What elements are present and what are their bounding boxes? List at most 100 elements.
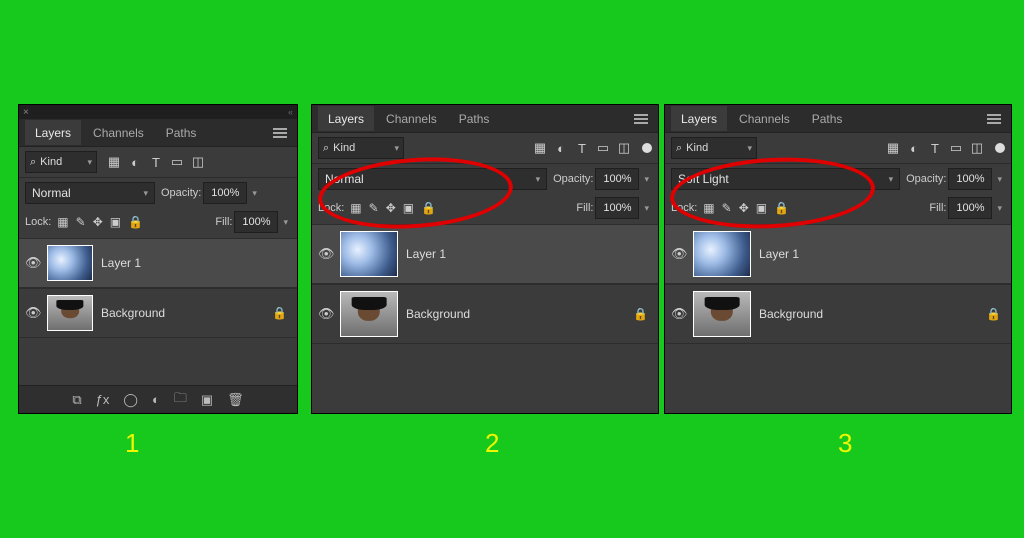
visibility-eye-icon[interactable]: 👁	[25, 255, 39, 271]
filter-smart-icon[interactable]: ◫	[617, 140, 631, 156]
lock-artboard-icon[interactable]: ▣	[756, 201, 767, 215]
chevron-down-icon[interactable]: ▾	[280, 217, 291, 228]
filter-type-icon[interactable]: T	[149, 155, 163, 170]
close-icon[interactable]: ×	[23, 107, 29, 118]
filter-kind-dropdown[interactable]: ⌕ Kind ▾	[318, 137, 404, 159]
filter-kind-label: Kind	[686, 142, 708, 154]
group-icon[interactable]: 🗀	[174, 389, 187, 411]
filter-pixel-icon[interactable]: ▦	[107, 154, 121, 170]
fx-icon[interactable]: ƒx	[96, 392, 110, 407]
fill-group: Fill: 100% ▾	[215, 211, 291, 233]
new-layer-icon[interactable]: ▣	[201, 392, 213, 408]
tab-layers[interactable]: Layers	[318, 106, 374, 131]
fill-value[interactable]: 100%	[595, 197, 639, 219]
lock-move-icon[interactable]: ✥	[93, 215, 103, 229]
layer-thumbnail[interactable]	[47, 245, 93, 281]
opacity-value[interactable]: 100%	[948, 168, 992, 190]
filter-kind-dropdown[interactable]: ⌕ Kind ▾	[25, 151, 97, 173]
blend-mode-dropdown[interactable]: Soft Light ▾	[671, 168, 900, 190]
lock-brush-icon[interactable]: ✎	[76, 215, 86, 229]
filter-adjust-icon[interactable]: ◐	[554, 141, 568, 156]
chevron-down-icon[interactable]: ▾	[994, 203, 1005, 214]
filter-toggle-icon[interactable]	[995, 143, 1005, 153]
visibility-eye-icon[interactable]: 👁	[671, 246, 685, 262]
filter-adjust-icon[interactable]: ◐	[907, 141, 921, 156]
filter-shape-icon[interactable]: ▭	[596, 140, 610, 156]
tab-channels[interactable]: Channels	[729, 106, 800, 131]
blend-mode-dropdown[interactable]: Normal ▾	[318, 168, 547, 190]
layer-name[interactable]: Background	[101, 306, 264, 320]
filter-type-icon[interactable]: T	[575, 141, 589, 156]
opacity-value[interactable]: 100%	[595, 168, 639, 190]
tab-layers[interactable]: Layers	[671, 106, 727, 131]
filter-type-icon[interactable]: T	[928, 141, 942, 156]
filter-shape-icon[interactable]: ▭	[170, 154, 184, 170]
layer-name[interactable]: Background	[759, 307, 978, 321]
filter-pixel-icon[interactable]: ▦	[886, 140, 900, 156]
tab-paths[interactable]: Paths	[802, 106, 853, 131]
layer-name[interactable]: Layer 1	[406, 247, 652, 261]
chevron-down-icon: ▾	[747, 143, 752, 154]
visibility-eye-icon[interactable]: 👁	[318, 306, 332, 322]
lock-brush-icon[interactable]: ✎	[722, 201, 732, 215]
layer-row[interactable]: 👁 Background 🔒	[312, 284, 658, 344]
layer-name[interactable]: Layer 1	[759, 247, 1005, 261]
trash-icon[interactable]: 🗑	[227, 392, 244, 408]
tab-paths[interactable]: Paths	[156, 120, 207, 145]
adjustment-icon[interactable]: ◐	[152, 392, 160, 407]
panel-close-strip: × «	[19, 105, 297, 119]
lock-move-icon[interactable]: ✥	[739, 201, 749, 215]
visibility-eye-icon[interactable]: 👁	[671, 306, 685, 322]
layer-thumbnail[interactable]	[693, 291, 751, 337]
lock-all-icon[interactable]: 🔒	[128, 215, 143, 229]
lock-artboard-icon[interactable]: ▣	[110, 215, 121, 229]
tab-layers[interactable]: Layers	[25, 120, 81, 145]
layer-row[interactable]: 👁 Layer 1	[19, 238, 297, 288]
layer-thumbnail[interactable]	[693, 231, 751, 277]
tab-channels[interactable]: Channels	[83, 120, 154, 145]
panel-menu-icon[interactable]	[983, 110, 1005, 128]
filter-adjust-icon[interactable]: ◐	[128, 155, 142, 170]
filter-smart-icon[interactable]: ◫	[970, 140, 984, 156]
panel-menu-icon[interactable]	[630, 110, 652, 128]
fill-value[interactable]: 100%	[234, 211, 278, 233]
lock-transparency-icon[interactable]: ▦	[57, 215, 68, 229]
layer-thumbnail[interactable]	[340, 231, 398, 277]
filter-kind-dropdown[interactable]: ⌕ Kind ▾	[671, 137, 757, 159]
filter-toggle-icon[interactable]	[642, 143, 652, 153]
fill-value[interactable]: 100%	[948, 197, 992, 219]
lock-transparency-icon[interactable]: ▦	[703, 201, 714, 215]
layer-row[interactable]: 👁 Layer 1	[312, 224, 658, 284]
blend-mode-dropdown[interactable]: Normal ▾	[25, 182, 155, 204]
opacity-value[interactable]: 100%	[203, 182, 247, 204]
lock-artboard-icon[interactable]: ▣	[403, 201, 414, 215]
lock-transparency-icon[interactable]: ▦	[350, 201, 361, 215]
mask-icon[interactable]: ◯	[123, 392, 138, 408]
chevron-down-icon[interactable]: ▾	[994, 174, 1005, 185]
visibility-eye-icon[interactable]: 👁	[318, 246, 332, 262]
panel-menu-icon[interactable]	[269, 124, 291, 142]
visibility-eye-icon[interactable]: 👁	[25, 305, 39, 321]
tab-channels[interactable]: Channels	[376, 106, 447, 131]
lock-brush-icon[interactable]: ✎	[369, 201, 379, 215]
layer-row[interactable]: 👁 Background 🔒	[19, 288, 297, 338]
lock-all-icon[interactable]: 🔒	[774, 201, 789, 215]
lock-all-icon[interactable]: 🔒	[421, 201, 436, 215]
layer-thumbnail[interactable]	[47, 295, 93, 331]
layer-row[interactable]: 👁 Layer 1	[665, 224, 1011, 284]
layers-list: 👁 Layer 1 👁 Background 🔒	[19, 236, 297, 340]
filter-shape-icon[interactable]: ▭	[949, 140, 963, 156]
filter-pixel-icon[interactable]: ▦	[533, 140, 547, 156]
lock-move-icon[interactable]: ✥	[386, 201, 396, 215]
collapse-icon[interactable]: «	[288, 107, 293, 117]
layer-row[interactable]: 👁 Background 🔒	[665, 284, 1011, 344]
chevron-down-icon[interactable]: ▾	[641, 174, 652, 185]
layer-name[interactable]: Background	[406, 307, 625, 321]
layer-thumbnail[interactable]	[340, 291, 398, 337]
chevron-down-icon[interactable]: ▾	[641, 203, 652, 214]
link-layers-icon[interactable]: ⧉	[72, 392, 81, 408]
chevron-down-icon[interactable]: ▾	[249, 188, 260, 199]
filter-smart-icon[interactable]: ◫	[191, 154, 205, 170]
tab-paths[interactable]: Paths	[449, 106, 500, 131]
layer-name[interactable]: Layer 1	[101, 256, 291, 270]
